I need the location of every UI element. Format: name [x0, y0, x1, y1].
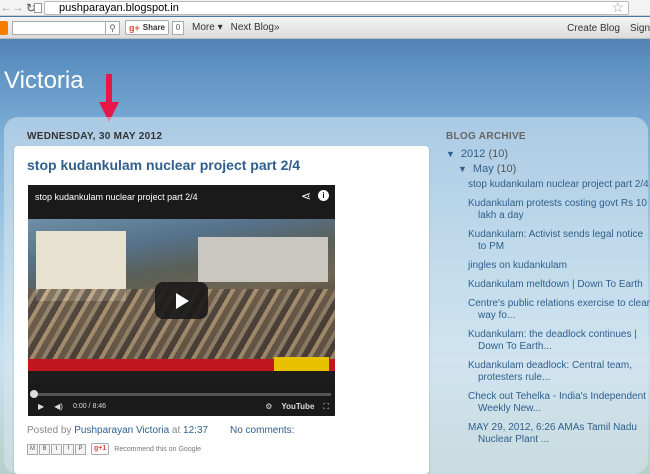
video-time: 0:00 / 8:46 [72, 403, 107, 410]
blogthis-icon[interactable]: B [39, 443, 50, 455]
triangle-down-icon[interactable]: ▼ [446, 149, 455, 159]
archive-post-link[interactable]: jingles on kudankulam [468, 260, 650, 272]
post-time-link[interactable]: 12:37 [183, 425, 208, 436]
blogger-logo-icon[interactable] [0, 20, 8, 35]
star-icon[interactable]: ☆ [611, 0, 624, 14]
info-icon[interactable]: i [318, 190, 329, 201]
twitter-icon[interactable]: t [51, 443, 62, 455]
video-controls: ▶ ◀) 0:00 / 8:46 ⚙ YouTube ⛶ [28, 397, 335, 416]
archive-post-link[interactable]: Kudankulam deadlock: Central team, prote… [468, 360, 650, 384]
url-text: pushparayan.blogspot.in [59, 2, 179, 14]
sidebar: BLOG ARCHIVE ▼ 2012 (10) ▼ May (10) stop k… [446, 131, 650, 445]
archive-post-list: stop kudankulam nuclear project part 2/4… [468, 179, 650, 453]
volume-icon[interactable]: ◀) [54, 402, 63, 411]
triangle-down-icon[interactable]: ▼ [458, 164, 467, 174]
play-button[interactable] [155, 282, 208, 319]
post-title[interactable]: stop kudankulam nuclear project part 2/4 [27, 157, 300, 173]
search-icon[interactable]: ⚲ [106, 20, 120, 35]
email-icon[interactable]: M [27, 443, 38, 455]
archive-month[interactable]: ▼ May (10) [458, 163, 516, 175]
more-menu[interactable]: More ▾ [192, 22, 223, 33]
create-blog-link[interactable]: Create Blog [567, 23, 620, 34]
arrow-left-icon[interactable]: ← [0, 2, 12, 14]
post-date: WEDNESDAY, 30 MAY 2012 [27, 131, 163, 142]
archive-post-link[interactable]: Centre's public relations exercise to cl… [468, 298, 650, 322]
gplus-share-button[interactable]: g+ Share [125, 20, 169, 35]
blogger-navbar: ⚲ g+ Share 0 More ▾ Next Blog» Create Bl… [0, 17, 650, 39]
archive-post-link[interactable]: Check out Tehelka - India's Independent … [468, 391, 650, 415]
share-buttons: M B t f P g+1 Recommend this on Google [27, 443, 201, 455]
archive-post-link[interactable]: Kudankulam protests costing govt Rs 10 l… [468, 198, 650, 222]
pinterest-icon[interactable]: P [75, 443, 86, 455]
search-input[interactable] [12, 20, 106, 35]
page-icon [34, 3, 42, 13]
author-link[interactable]: Pushparayan Victoria [74, 425, 169, 436]
archive-post-link[interactable]: Kudankulam meltdown | Down To Earth [468, 279, 650, 291]
next-blog-link[interactable]: Next Blog» [231, 22, 280, 33]
blog-title[interactable]: Victoria [4, 67, 84, 95]
video-title[interactable]: stop kudankulam nuclear project part 2/4 [35, 192, 198, 202]
archive-post-link[interactable]: MAY 29, 2012, 6:26 AMAs Tamil Nadu Nucle… [468, 422, 650, 446]
archive-post-link[interactable]: Kudankulam: the deadlock continues | Dow… [468, 329, 650, 353]
address-bar[interactable]: pushparayan.blogspot.in ☆ [44, 0, 629, 15]
play-icon[interactable]: ▶ [38, 402, 44, 411]
youtube-logo[interactable]: YouTube [281, 402, 314, 411]
gplus-one-button[interactable]: g+1 [91, 443, 110, 455]
browser-toolbar: ← → ↻ pushparayan.blogspot.in ☆ [0, 0, 650, 16]
archive-heading: BLOG ARCHIVE [446, 131, 526, 142]
fullscreen-icon[interactable]: ⛶ [323, 402, 329, 412]
recommend-text: Recommend this on Google [114, 445, 202, 453]
settings-icon[interactable]: ⚙ [265, 402, 272, 411]
gplus-icon: g+ [129, 22, 140, 33]
share-label: Share [142, 23, 165, 32]
archive-post-link[interactable]: Kudankulam: Activist sends legal notice … [468, 229, 650, 253]
facebook-icon[interactable]: f [63, 443, 74, 455]
seek-bar[interactable] [32, 393, 331, 396]
news-ticker-bottom [28, 371, 335, 383]
sign-in-link[interactable]: Sign [630, 23, 650, 34]
archive-year[interactable]: ▼ 2012 (10) [446, 148, 508, 160]
post-card: stop kudankulam nuclear project part 2/4… [14, 146, 429, 474]
arrow-right-icon[interactable]: → [12, 2, 24, 14]
share-icon[interactable]: ⋖ [301, 189, 311, 203]
archive-post-link[interactable]: stop kudankulam nuclear project part 2/4 [468, 179, 650, 191]
post-footer: Posted by Pushparayan Victoria at 12:37 [27, 425, 209, 436]
video-player[interactable]: stop kudankulam nuclear project part 2/4… [28, 185, 335, 416]
comments-link[interactable]: No comments: [230, 425, 294, 436]
share-count: 0 [172, 20, 184, 35]
